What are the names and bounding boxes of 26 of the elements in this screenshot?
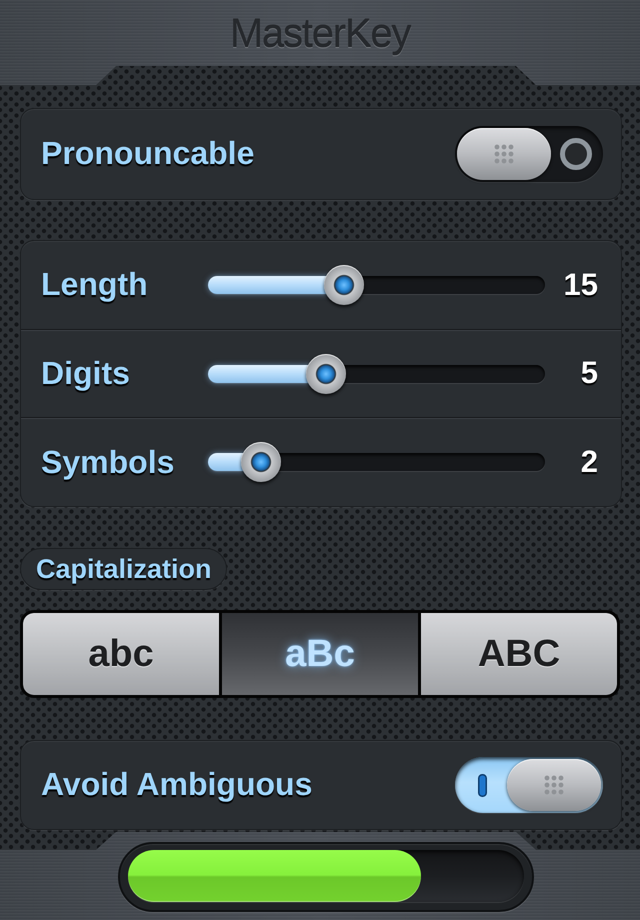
segment-button[interactable]: aBc: [222, 613, 418, 695]
toggle-switch[interactable]: [455, 126, 603, 182]
setting-label: Avoid Ambiguous: [41, 767, 312, 803]
slider-track[interactable]: [208, 264, 545, 305]
toggle-switch[interactable]: [455, 757, 603, 813]
slider-thumb[interactable]: [240, 442, 281, 482]
grip-icon: [544, 775, 564, 795]
slider-thumb[interactable]: [306, 354, 346, 394]
switch-knob[interactable]: [457, 128, 551, 180]
slider-value: 5: [580, 356, 598, 391]
slider-value: 2: [580, 445, 598, 480]
section-label: Capitalization: [20, 548, 227, 590]
slider-track[interactable]: [208, 442, 545, 482]
bar-icon: [478, 774, 486, 796]
slider-value: 15: [562, 268, 598, 302]
grip-icon: [494, 144, 514, 164]
ring-icon: [560, 138, 592, 170]
segment-button[interactable]: ABC: [421, 613, 617, 695]
slider-label: Length: [41, 267, 149, 302]
slider-label: Digits: [41, 356, 131, 392]
slider-label: Symbols: [41, 444, 176, 480]
segment-button[interactable]: abc: [23, 613, 219, 695]
switch-knob[interactable]: [507, 759, 601, 811]
setting-label: Pronouncable: [41, 136, 254, 172]
slider-thumb[interactable]: [324, 264, 364, 305]
slider-track[interactable]: [208, 354, 545, 394]
